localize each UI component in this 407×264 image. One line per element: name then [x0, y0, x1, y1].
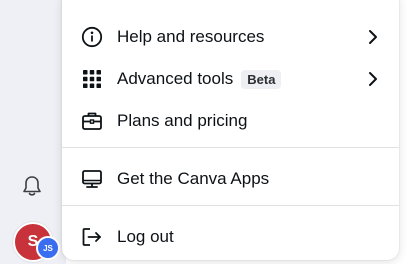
info-icon — [80, 25, 104, 49]
menu-item-label: Plans and pricing — [117, 111, 248, 130]
chevron-right-icon — [366, 27, 380, 47]
menu-item-advanced-tools[interactable]: Advanced tools Beta — [76, 61, 390, 97]
team-avatar-initials: JS — [43, 243, 53, 253]
bell-icon[interactable] — [21, 174, 43, 198]
beta-badge: Beta — [241, 69, 282, 89]
menu-item-get-the-canva-apps[interactable]: Get the Canva Apps — [76, 161, 390, 197]
logout-icon — [80, 225, 104, 249]
menu-divider — [62, 147, 399, 148]
briefcase-icon — [80, 109, 104, 133]
account-menu: Help and resources Advanced tools Beta P… — [62, 0, 399, 260]
grid-dots-icon — [80, 67, 104, 91]
menu-item-label: Get the Canva Apps — [117, 169, 270, 188]
menu-item-label: Log out — [117, 227, 174, 246]
monitor-icon — [80, 167, 104, 191]
menu-item-plans-and-pricing[interactable]: Plans and pricing — [76, 103, 390, 139]
menu-item-label: Advanced tools — [117, 69, 234, 88]
menu-item-log-out[interactable]: Log out — [76, 219, 390, 255]
team-avatar-badge: JS — [36, 236, 60, 260]
left-sidebar: S JS — [0, 0, 66, 264]
menu-item-label: Help and resources — [117, 27, 265, 46]
menu-item-help-and-resources[interactable]: Help and resources — [76, 19, 390, 55]
chevron-right-icon — [366, 69, 380, 89]
menu-divider — [62, 205, 399, 206]
